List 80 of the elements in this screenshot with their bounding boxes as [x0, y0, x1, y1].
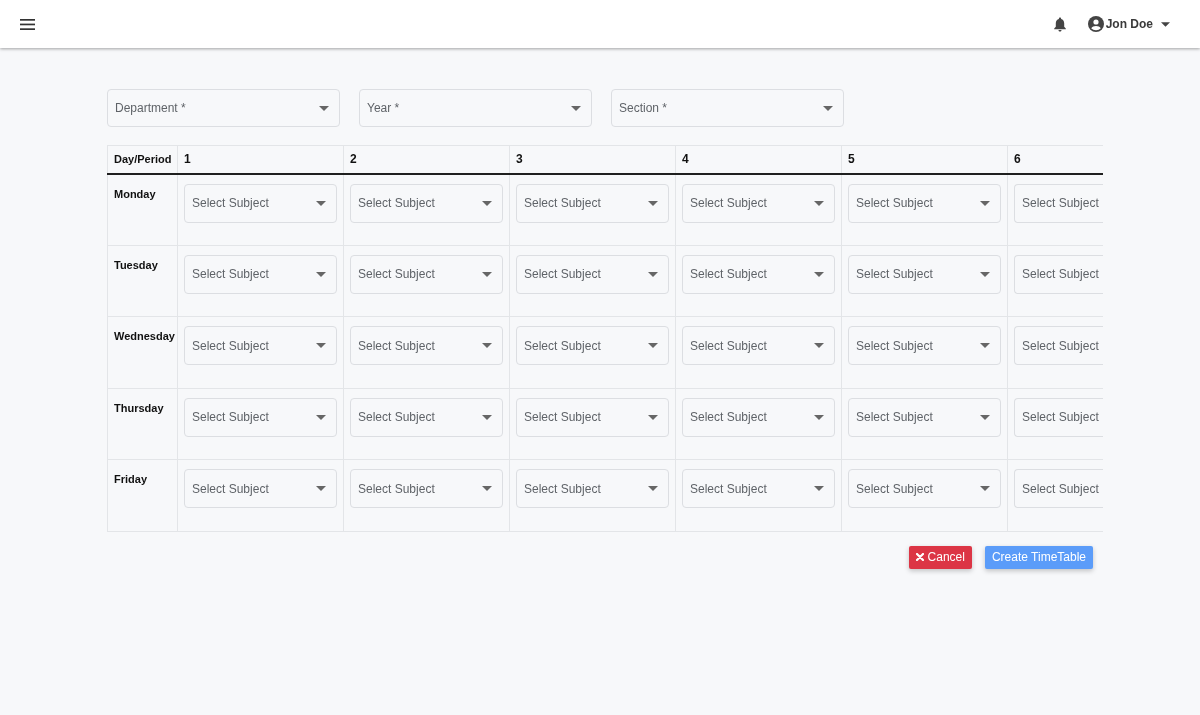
- subject-select[interactable]: Select Subject: [184, 326, 337, 365]
- caret-icon: [482, 486, 492, 491]
- caret-icon: [1161, 21, 1170, 27]
- caret-icon: [482, 414, 492, 420]
- caret-icon: [980, 486, 990, 491]
- subject-select[interactable]: Select Subject: [350, 326, 503, 365]
- subject-select[interactable]: Select Subject: [848, 469, 1001, 508]
- subject-select[interactable]: Select Subject: [1014, 326, 1103, 365]
- caret-icon: [648, 486, 658, 491]
- day-label: Friday: [114, 472, 147, 485]
- subject-select[interactable]: Select Subject: [682, 469, 835, 508]
- subject-select[interactable]: Select Subject: [682, 326, 835, 365]
- subject-select[interactable]: Select Subject: [350, 183, 503, 223]
- caret-icon: [814, 486, 824, 491]
- column-header: Day/Period: [114, 153, 172, 166]
- subject-select[interactable]: Select Subject: [516, 254, 669, 294]
- user-menu-button[interactable]: Jon Doe: [1087, 16, 1170, 32]
- caret-icon: [814, 414, 824, 420]
- subject-select[interactable]: Select Subject: [516, 469, 669, 508]
- subject-select[interactable]: Select Subject: [682, 183, 835, 223]
- subject-select[interactable]: Select Subject: [184, 183, 337, 223]
- caret-icon: [648, 343, 658, 348]
- column-header: 4: [682, 152, 689, 167]
- caret-icon: [648, 414, 658, 420]
- caret-icon: [814, 200, 824, 206]
- caret-icon: [814, 343, 824, 348]
- caret-icon: [814, 271, 824, 277]
- column-header: 5: [848, 152, 855, 167]
- caret-icon: [316, 271, 326, 277]
- column-header: 2: [350, 152, 357, 167]
- caret-icon: [980, 271, 990, 277]
- subject-select[interactable]: Select Subject: [184, 254, 337, 294]
- subject-select[interactable]: Select Subject: [350, 397, 503, 437]
- subject-select[interactable]: Select Subject: [184, 469, 337, 508]
- menu-icon[interactable]: [20, 18, 35, 30]
- subject-select[interactable]: Select Subject: [1014, 254, 1103, 294]
- caret-icon: [482, 271, 492, 277]
- caret-icon: [571, 105, 581, 111]
- filter-select[interactable]: Section *: [611, 89, 844, 127]
- filter-select[interactable]: Department *: [107, 89, 340, 127]
- subject-select[interactable]: Select Subject: [516, 183, 669, 223]
- day-label: Wednesday: [114, 329, 175, 342]
- caret-icon: [316, 486, 326, 491]
- subject-select[interactable]: Select Subject: [848, 183, 1001, 223]
- subject-select[interactable]: Select Subject: [184, 397, 337, 437]
- subject-select[interactable]: Select Subject: [1014, 469, 1103, 508]
- column-header: 1: [184, 152, 191, 167]
- subject-select[interactable]: Select Subject: [1014, 183, 1103, 223]
- caret-icon: [316, 414, 326, 420]
- subject-select[interactable]: Select Subject: [682, 397, 835, 437]
- column-header: 6: [1014, 152, 1021, 167]
- day-label: Thursday: [114, 400, 164, 414]
- column-header: 3: [516, 152, 523, 167]
- day-label: Monday: [114, 186, 156, 200]
- caret-icon: [980, 414, 990, 420]
- subject-select[interactable]: Select Subject: [848, 254, 1001, 294]
- caret-icon: [319, 105, 329, 111]
- day-label: Tuesday: [114, 257, 158, 271]
- filter-select[interactable]: Year *: [359, 89, 592, 127]
- close-icon: [915, 553, 924, 561]
- caret-icon: [823, 105, 833, 111]
- caret-icon: [648, 200, 658, 206]
- caret-icon: [980, 343, 990, 348]
- subject-select[interactable]: Select Subject: [1014, 397, 1103, 437]
- subject-select[interactable]: Select Subject: [516, 397, 669, 437]
- caret-icon: [316, 200, 326, 206]
- subject-select[interactable]: Select Subject: [848, 326, 1001, 365]
- bell-icon[interactable]: [1053, 16, 1066, 32]
- caret-icon: [316, 343, 326, 348]
- subject-select[interactable]: Select Subject: [350, 469, 503, 508]
- caret-icon: [648, 271, 658, 277]
- subject-select[interactable]: Select Subject: [848, 397, 1001, 437]
- subject-select[interactable]: Select Subject: [682, 254, 835, 294]
- caret-icon: [482, 200, 492, 206]
- caret-icon: [482, 343, 492, 348]
- caret-icon: [980, 200, 990, 206]
- subject-select[interactable]: Select Subject: [516, 326, 669, 365]
- account-icon: [1087, 16, 1104, 32]
- subject-select[interactable]: Select Subject: [350, 254, 503, 294]
- cancel-button[interactable]: Cancel: [908, 545, 972, 569]
